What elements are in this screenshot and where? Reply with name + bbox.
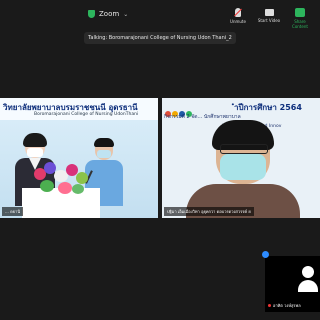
share-content-button[interactable]: Share Content	[287, 8, 313, 29]
banner-title-english: Boromarajonani College of Nursing UdonTh…	[34, 112, 139, 117]
app-title: Zoom	[99, 10, 120, 18]
video-tile-participant[interactable]: ำปีการศึกษา 2564 กิจกรรมที่ 2 จัด... นัก…	[162, 98, 320, 218]
self-view-indicator[interactable]	[262, 251, 269, 258]
self-name-row: อาทิต วงษ์สุรพล	[268, 302, 301, 309]
start-video-label: Start Video	[257, 18, 281, 23]
banner-year: ำปีการศึกษา 2564	[234, 103, 302, 112]
muted-icon	[268, 304, 271, 307]
self-name: อาทิต วงษ์สุรพล	[273, 303, 301, 308]
zoom-menu[interactable]: Zoom ⌄	[88, 10, 128, 18]
avatar-icon	[298, 266, 318, 292]
chevron-down-icon: ⌄	[123, 10, 129, 18]
participant-name: ... ดธานี	[2, 207, 24, 216]
flower-arrangement	[28, 160, 92, 196]
self-view-tile[interactable]: อาทิต วงษ์สุรพล	[265, 256, 320, 312]
share-content-label: Share Content	[292, 19, 308, 29]
share-screen-icon	[295, 8, 305, 17]
logo-group	[165, 102, 195, 117]
security-shield-icon	[88, 10, 95, 18]
video-tile-college[interactable]: วิทยาลัยพยาบาลบรมราชชนนี อุดรธานี Boroma…	[0, 98, 158, 218]
microphone-muted-icon	[235, 8, 241, 17]
video-icon	[264, 9, 274, 16]
unmute-button[interactable]: Unmute	[225, 8, 251, 24]
unmute-label: Unmute	[230, 19, 246, 24]
start-video-button[interactable]: Start Video	[256, 8, 282, 23]
backdrop-banner: วิทยาลัยพยาบาลบรมราชชนนี อุดรธานี Boroma…	[0, 98, 158, 120]
top-toolbar: Zoom ⌄ Unmute Start Video Share Content	[0, 0, 320, 29]
participant-name: ปฐิมา เอ็มเมืองวิทา อุยุคกวา ดอบวรดวงสวร…	[164, 207, 254, 216]
active-speaker-banner: Talking: Boromarajonani College of Nursi…	[84, 32, 236, 44]
participant-person	[186, 118, 300, 218]
